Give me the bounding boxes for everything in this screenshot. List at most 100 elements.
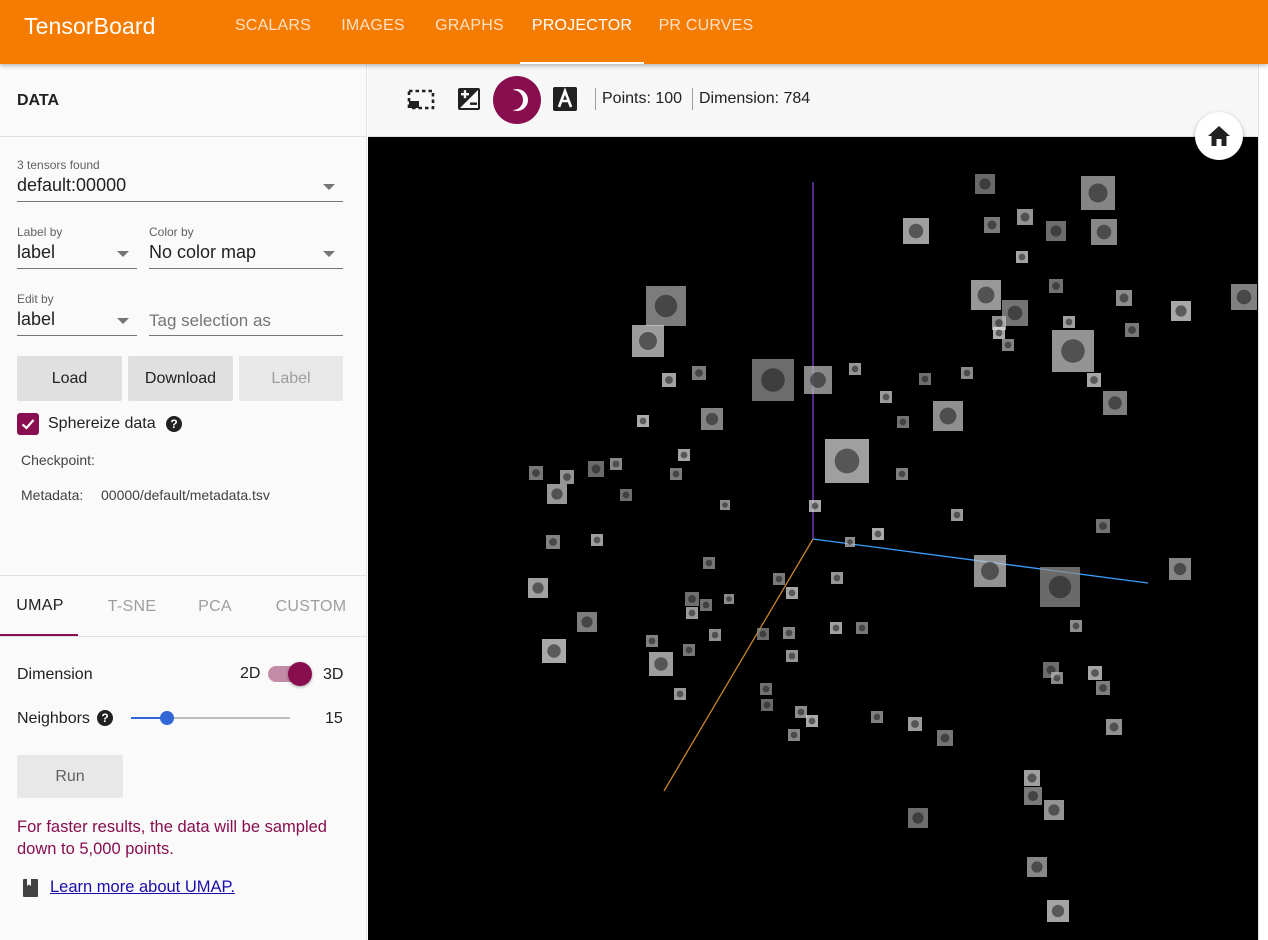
chevron-down-icon: [323, 184, 335, 190]
sprite-detail: [882, 393, 890, 401]
sprite-detail: [1099, 522, 1107, 530]
label-by-label: Label by: [17, 225, 63, 239]
home-icon: [1208, 126, 1230, 146]
select-rectangle-icon[interactable]: [404, 82, 438, 116]
label-by-select[interactable]: label: [17, 241, 137, 269]
run-button[interactable]: Run: [17, 755, 123, 798]
night-mode-button[interactable]: [493, 76, 541, 124]
chevron-down-icon: [323, 251, 335, 257]
sprite-detail: [1065, 318, 1073, 326]
reset-view-button[interactable]: [1195, 112, 1243, 160]
sprite-detail: [1175, 305, 1187, 317]
tab-pr-curves[interactable]: PR CURVES: [648, 0, 764, 64]
sprite-detail: [908, 223, 924, 239]
sprite-detail: [702, 601, 710, 609]
sprite-detail: [912, 812, 924, 824]
neighbors-slider-thumb[interactable]: [160, 711, 174, 725]
sprite-detail: [639, 417, 647, 425]
sprite-detail: [1108, 396, 1122, 410]
data-panel: DATA 3 tensors found default:00000 Label…: [0, 64, 367, 940]
load-button[interactable]: Load: [17, 356, 122, 401]
tab-custom[interactable]: CUSTOM: [270, 586, 352, 636]
dimension-toggle-thumb[interactable]: [288, 662, 312, 686]
edit-by-select[interactable]: label: [17, 308, 137, 336]
z-axis-line: [663, 538, 814, 792]
sprite-detail: [1099, 684, 1107, 692]
dimension-count: Dimension: 784: [699, 90, 811, 107]
sprite-detail: [1109, 722, 1119, 732]
label-button[interactable]: Label: [239, 356, 343, 401]
sprite-detail: [1119, 293, 1129, 303]
sprite-detail: [672, 470, 680, 478]
sprite-detail: [549, 538, 557, 546]
edit-by-value: label: [17, 309, 56, 329]
neighbors-label: Neighbors: [17, 710, 90, 727]
sprite-detail: [1053, 674, 1061, 682]
sprite-detail: [995, 319, 1003, 327]
sprite-detail: [1048, 575, 1072, 599]
sphereize-checkbox[interactable]: [17, 413, 39, 435]
download-button[interactable]: Download: [128, 356, 233, 401]
sprite-detail: [979, 178, 991, 190]
label-by-value: label: [17, 242, 56, 262]
sprite-detail: [1027, 773, 1037, 783]
sprite-detail: [1236, 289, 1252, 305]
sprite-detail: [940, 733, 950, 743]
projector-canvas[interactable]: [368, 137, 1258, 940]
sprite-detail: [1061, 339, 1085, 363]
sprite-detail: [685, 646, 693, 654]
sprite-detail: [1173, 562, 1187, 576]
sprite-detail: [705, 559, 713, 567]
tab-umap[interactable]: UMAP: [0, 586, 80, 636]
dimension-label: Dimension: [17, 666, 93, 683]
sprite-detail: [639, 332, 657, 350]
sprite-detail: [1018, 253, 1026, 261]
chevron-down-icon: [117, 318, 129, 324]
sprite-detail: [898, 470, 906, 478]
sprite-detail: [981, 562, 999, 580]
color-by-select[interactable]: No color map: [149, 241, 343, 269]
sprite-detail: [726, 596, 732, 602]
sprite-detail: [921, 375, 929, 383]
tab-scalars[interactable]: SCALARS: [223, 0, 323, 64]
help-icon[interactable]: ?: [166, 416, 182, 432]
tab-tsne[interactable]: T-SNE: [92, 586, 172, 636]
top-app-bar: TensorBoard SCALARS IMAGES GRAPHS PROJEC…: [0, 0, 1268, 64]
tab-images[interactable]: IMAGES: [328, 0, 418, 64]
divider: [0, 136, 367, 137]
sprite-detail: [1031, 861, 1043, 873]
color-by-value: No color map: [149, 242, 257, 262]
sprite-detail: [1096, 224, 1112, 240]
tag-selection-input[interactable]: [149, 308, 343, 334]
sprite-detail: [847, 539, 853, 545]
learn-more-umap-link[interactable]: Learn more about UMAP.: [50, 878, 235, 897]
metadata-label: Metadata:: [21, 487, 84, 503]
edit-image-icon[interactable]: [452, 82, 486, 116]
edit-by-label: Edit by: [17, 292, 54, 306]
embedding-scatter[interactable]: [368, 137, 1258, 940]
sprite-detail: [977, 286, 995, 304]
tensors-found-label: 3 tensors found: [17, 158, 100, 172]
tensor-select[interactable]: default:00000: [17, 174, 343, 202]
tag-selection-field[interactable]: [149, 308, 343, 336]
sprite-detail: [688, 609, 696, 617]
tab-pca[interactable]: PCA: [180, 586, 250, 636]
dimension-3d-label: 3D: [323, 666, 344, 683]
sprite-detail: [953, 511, 961, 519]
tab-projector[interactable]: PROJECTOR: [520, 0, 644, 64]
checkpoint-label: Checkpoint:: [21, 452, 95, 468]
separator: [595, 88, 596, 110]
app-title[interactable]: TensorBoard: [24, 13, 156, 40]
sprite-detail: [593, 536, 601, 544]
sprite-detail: [622, 491, 630, 499]
help-icon[interactable]: ?: [97, 710, 113, 726]
label-toggle-icon[interactable]: [548, 82, 582, 116]
sprite-detail: [688, 595, 696, 603]
sprite-detail: [1050, 225, 1062, 237]
sprite-detail: [775, 575, 783, 583]
tab-graphs[interactable]: GRAPHS: [422, 0, 517, 64]
divider: [0, 575, 367, 576]
sprite-detail: [581, 616, 593, 628]
sprite-detail: [788, 652, 796, 660]
sprite-group: [528, 174, 1257, 922]
